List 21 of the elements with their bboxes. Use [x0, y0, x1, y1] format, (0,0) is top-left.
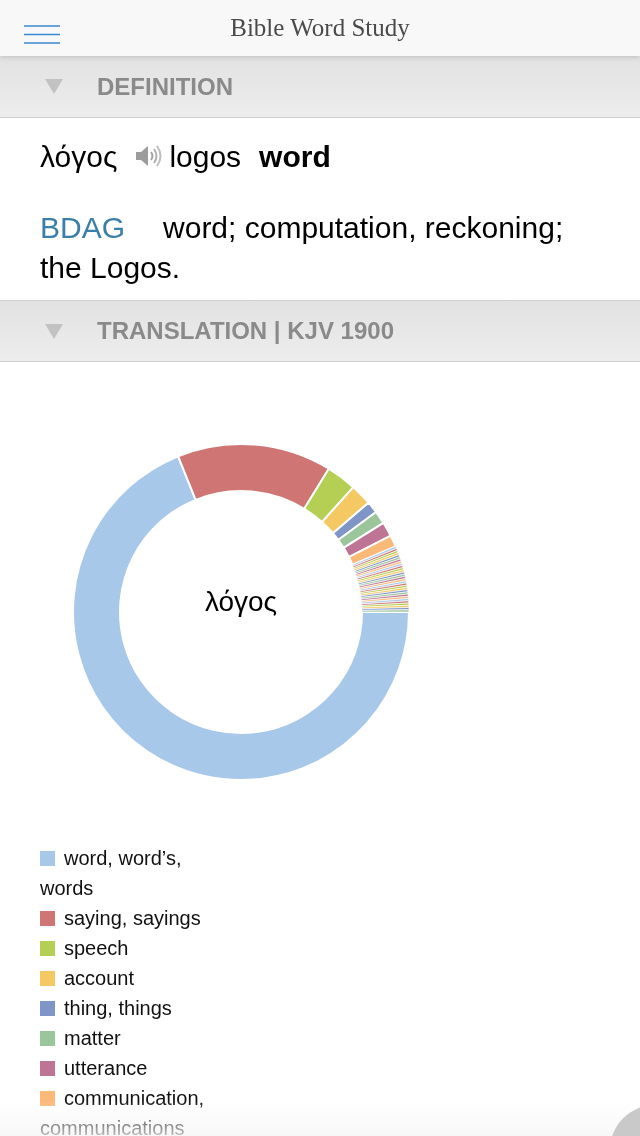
legend-label: saying, sayings — [64, 907, 201, 929]
triangle-icon[interactable] — [45, 79, 63, 94]
section-header[interactable]: DEFINITION — [0, 56, 640, 118]
app-title: Bible Word Study — [230, 13, 410, 44]
triangle-icon[interactable] — [45, 323, 63, 339]
section-header[interactable]: TRANSLATION | KJV 1900 — [0, 300, 640, 362]
speaker-icon[interactable] — [135, 144, 163, 168]
gloss: word — [259, 138, 331, 175]
definition-text: BDAG word; computation, reckoning; the Logos. — [40, 210, 565, 286]
source-link[interactable]: BDAG — [40, 211, 126, 244]
legend-label: communication, communications — [40, 1087, 205, 1136]
legend-label: matter — [64, 1027, 121, 1049]
chart-center-label: λόγος — [204, 585, 278, 619]
floating-button[interactable] — [610, 1105, 640, 1136]
transliteration: logos — [169, 138, 242, 175]
legend-label: account — [64, 967, 135, 989]
legend-label: thing, things — [64, 997, 172, 1019]
legend-label: speech — [64, 937, 129, 959]
menu-icon[interactable] — [24, 25, 60, 44]
legend-label: utterance — [64, 1057, 148, 1079]
greek-lemma: λόγος — [40, 138, 118, 175]
